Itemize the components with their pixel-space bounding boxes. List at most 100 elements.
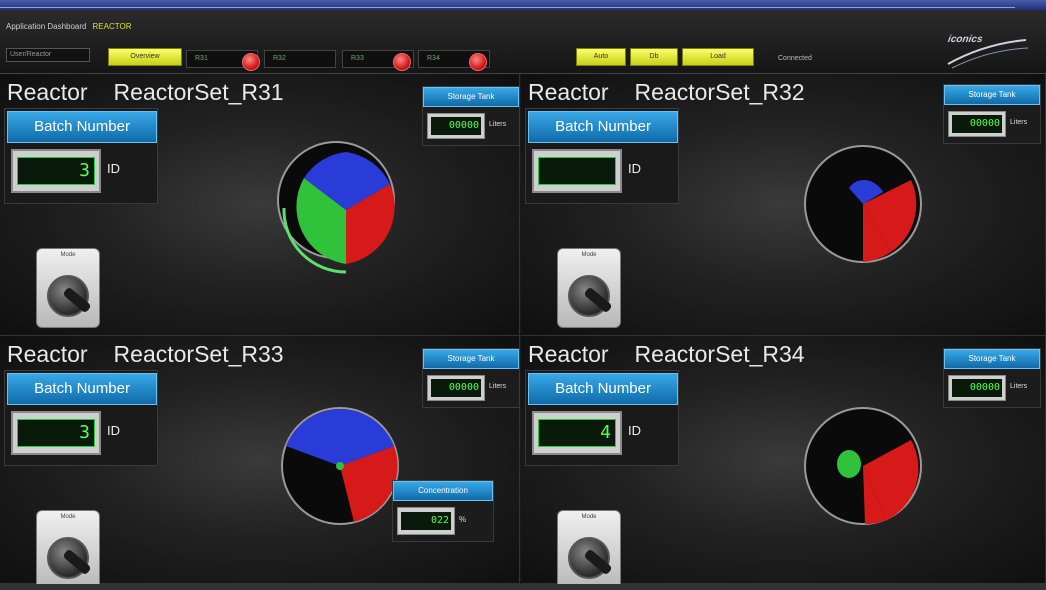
switch-label: Mode [581,252,597,258]
logo-text: iconics [947,34,984,45]
mode-switch[interactable]: Mode [36,510,100,590]
reactor-panel-r34: Reactor ReactorSet_R34 Batch Number 4 ID … [521,336,1046,590]
batch-unit: ID [628,423,641,438]
storage-lcd-frame: 00000 [948,375,1006,401]
knob-handle [62,286,92,314]
batch-card: Batch Number 3 ID [4,370,158,466]
batch-lcd-frame [532,149,622,193]
panel-set-name: ReactorSet_R34 [634,341,805,367]
pie-gauge-icon[interactable] [799,402,929,532]
batch-lcd-frame: 3 [11,411,101,455]
storage-tank-card: Storage Tank 00000 Liters [422,86,520,146]
batch-lcd-frame: 4 [532,411,622,455]
batch-number-button[interactable]: Batch Number [7,373,157,405]
storage-unit: Liters [1010,119,1028,126]
storage-tank-card: Storage Tank 00000 Liters [943,84,1041,144]
storage-value: 00000 [952,379,1002,397]
storage-tank-button[interactable]: Storage Tank [423,349,519,369]
batch-unit: ID [107,161,120,176]
batch-unit: ID [628,161,641,176]
panel-set-name: ReactorSet_R31 [113,79,284,105]
load-button[interactable]: Load [682,48,754,66]
alarm-dot-r34[interactable] [469,53,487,71]
panel-set-name: ReactorSet_R32 [634,79,805,105]
batch-number-button[interactable]: Batch Number [7,111,157,143]
user-field[interactable]: User/Reactor [6,48,90,62]
brand-logo: iconics [944,30,1030,70]
bottom-border [0,584,1046,590]
slot-r32[interactable]: R32 [264,50,336,68]
storage-tank-button[interactable]: Storage Tank [944,85,1040,105]
switch-label: Mode [60,514,76,520]
storage-tank-card: Storage Tank 00000 Liters [943,348,1041,408]
batch-card: Batch Number ID [525,108,679,204]
panel-title: Reactor ReactorSet_R32 [528,79,805,106]
batch-card: Batch Number 3 ID [4,108,158,204]
status-text: Connected [778,55,812,62]
app-window: Application Dashboard REACTOR User/Reacto… [0,10,1046,590]
reactor-panel-r31: Reactor ReactorSet_R31 Batch Number 3 ID … [0,74,520,336]
batch-number-button[interactable]: Batch Number [528,373,678,405]
storage-tank-button[interactable]: Storage Tank [944,349,1040,369]
alarm-dot-r33[interactable] [393,53,411,71]
panel-title: Reactor ReactorSet_R33 [7,341,284,368]
panel-label: Reactor [7,79,88,105]
mode-switch[interactable]: Mode [36,248,100,328]
titlebar-inner [0,0,1015,8]
concentration-lcd-frame: 022 [397,507,455,535]
knob-icon [47,275,92,317]
reactor-panel-r33: Reactor ReactorSet_R33 Batch Number 3 ID … [0,336,520,590]
app-title: Application Dashboard REACTOR [6,22,131,31]
storage-value: 00000 [431,117,481,135]
knob-handle [583,548,613,576]
storage-lcd-frame: 00000 [948,111,1006,137]
concentration-unit: % [459,515,467,524]
db-button[interactable]: Db [630,48,678,66]
pie-gauge-icon[interactable] [799,140,929,270]
batch-number-button[interactable]: Batch Number [528,111,678,143]
panel-label: Reactor [7,341,88,367]
switch-label: Mode [581,514,597,520]
storage-value: 00000 [952,115,1002,133]
panel-title: Reactor ReactorSet_R34 [528,341,805,368]
header-bar: Application Dashboard REACTOR User/Reacto… [0,10,1046,74]
storage-tank-button[interactable]: Storage Tank [423,87,519,107]
storage-unit: Liters [489,121,507,128]
app-title-text: Application Dashboard [6,22,87,31]
panel-title: Reactor ReactorSet_R31 [7,79,284,106]
panel-set-name: ReactorSet_R33 [113,341,284,367]
auto-button[interactable]: Auto [576,48,626,66]
knob-icon [568,275,613,317]
app-title-accent: REACTOR [92,22,132,31]
storage-value: 00000 [431,379,481,397]
panel-label: Reactor [528,79,609,105]
batch-value: 4 [538,419,616,447]
knob-icon [47,537,92,579]
overview-button[interactable]: Overview [108,48,182,66]
batch-unit: ID [107,423,120,438]
mode-switch[interactable]: Mode [557,510,621,590]
storage-tank-card: Storage Tank 00000 Liters [422,348,520,408]
batch-value: 3 [17,157,95,185]
reactor-panel-r32: Reactor ReactorSet_R32 Batch Number ID St… [521,74,1046,336]
window-titlebar [0,0,1046,10]
panel-label: Reactor [528,341,609,367]
alarm-dot-r31[interactable] [242,53,260,71]
storage-lcd-frame: 00000 [427,375,485,401]
batch-card: Batch Number 4 ID [525,370,679,466]
concentration-button[interactable]: Concentration [393,481,493,501]
knob-handle [62,548,92,576]
concentration-card: Concentration 022 % [392,480,494,542]
knob-handle [583,286,613,314]
batch-lcd-frame: 3 [11,149,101,193]
switch-label: Mode [60,252,76,258]
pie-gauge-icon[interactable] [264,138,404,278]
concentration-value: 022 [401,512,451,530]
knob-icon [568,537,613,579]
pie-gauge-icon[interactable] [276,402,406,532]
batch-value: 3 [17,419,95,447]
storage-unit: Liters [1010,383,1028,390]
mode-switch[interactable]: Mode [557,248,621,328]
batch-value [538,157,616,185]
storage-lcd-frame: 00000 [427,113,485,139]
